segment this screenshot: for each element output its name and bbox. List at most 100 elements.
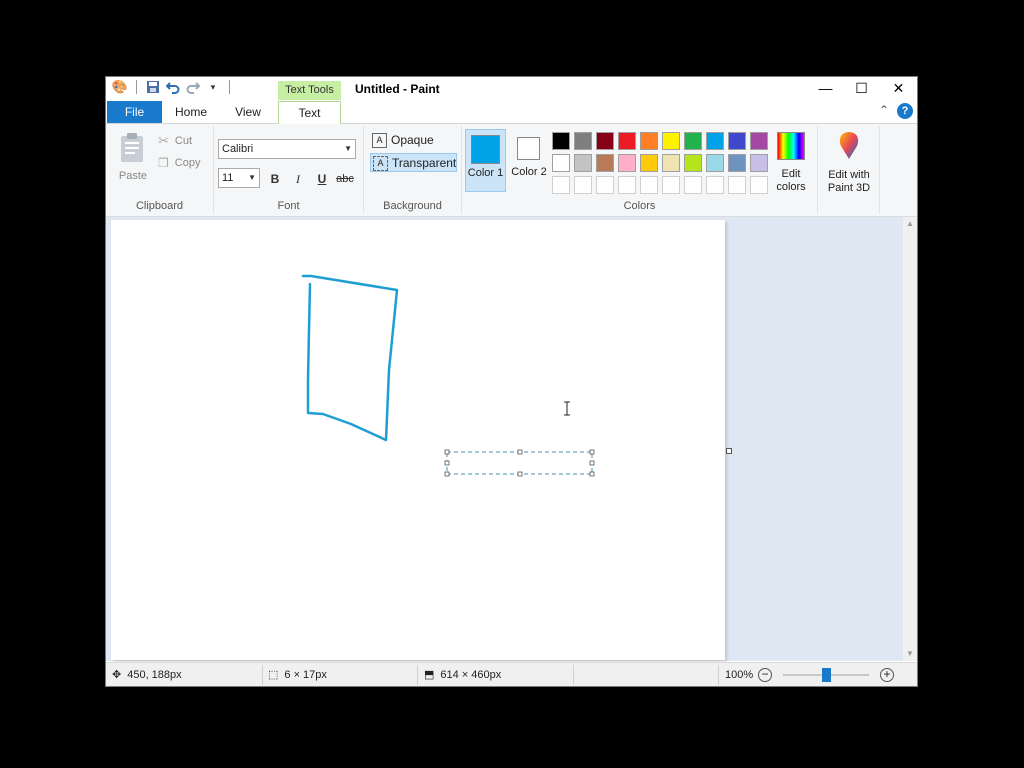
copy-label: Copy (174, 157, 201, 169)
tab-home[interactable]: Home (166, 101, 216, 123)
paste-button[interactable]: Paste (118, 132, 148, 182)
redo-icon[interactable] (185, 79, 201, 95)
text-tools-context-label: Text Tools (278, 81, 341, 100)
customize-qat-icon[interactable]: ▾ (205, 79, 221, 95)
bold-button[interactable]: B (265, 170, 285, 188)
collapse-ribbon-icon[interactable]: ⌃ (879, 103, 889, 117)
palette-swatch[interactable] (618, 176, 636, 194)
drawing-canvas[interactable] (111, 220, 725, 660)
palette-swatch[interactable] (750, 176, 768, 194)
palette-swatch[interactable] (596, 176, 614, 194)
help-icon[interactable]: ? (897, 103, 913, 119)
palette-swatch[interactable] (684, 176, 702, 194)
close-button[interactable]: ✕ (880, 77, 917, 99)
palette-swatch[interactable] (596, 154, 614, 172)
opaque-button[interactable]: A Opaque (370, 131, 440, 150)
palette-swatch[interactable] (662, 176, 680, 194)
edit-colors-button[interactable]: Edit colors (768, 129, 814, 193)
minimize-button[interactable]: — (807, 77, 844, 99)
palette-swatch[interactable] (618, 132, 636, 150)
cut-button[interactable]: ✂ Cut (158, 132, 192, 150)
palette-swatch[interactable] (662, 132, 680, 150)
palette-swatch[interactable] (552, 176, 570, 194)
maximize-button[interactable]: ☐ (843, 77, 880, 99)
zoom-slider[interactable] (783, 668, 869, 682)
opaque-icon: A (372, 133, 387, 148)
undo-icon[interactable] (165, 79, 181, 95)
palette-swatch[interactable] (574, 154, 592, 172)
palette-swatch[interactable] (596, 132, 614, 150)
palette-swatch[interactable] (552, 154, 570, 172)
ribbon-tabs: File Home View Text (106, 101, 917, 124)
palette-swatch[interactable] (574, 176, 592, 194)
save-icon[interactable] (145, 79, 161, 95)
copy-icon: ❐ (158, 156, 169, 170)
colors-group: Color 1 Color 2 Edit colors Colors (462, 126, 818, 214)
palette-swatch[interactable] (728, 154, 746, 172)
status-divider (718, 665, 719, 685)
palette-swatch[interactable] (728, 132, 746, 150)
palette-swatch[interactable] (706, 132, 724, 150)
canvas-size-value: 614 × 460px (440, 669, 502, 681)
font-group: Calibri ▼ 11 ▼ B I U abc Font (214, 126, 364, 214)
scroll-up-icon[interactable]: ▲ (903, 217, 917, 231)
color2-label: Color 2 (511, 166, 547, 178)
vertical-scrollbar[interactable]: ▲ ▼ (903, 217, 917, 661)
palette-swatch[interactable] (728, 176, 746, 194)
transparent-button[interactable]: A Transparent (370, 153, 457, 172)
color2-button[interactable]: Color 2 (509, 129, 549, 192)
palette-swatch[interactable] (706, 176, 724, 194)
transparent-label: Transparent (392, 156, 457, 170)
cursor-position-value: 450, 188px (127, 669, 182, 681)
tab-file[interactable]: File (107, 101, 162, 123)
palette-swatch[interactable] (618, 154, 636, 172)
color-spectrum-icon (777, 132, 805, 160)
canvas-workspace (106, 217, 903, 661)
palette-swatch[interactable] (640, 132, 658, 150)
status-divider (262, 665, 263, 685)
canvas-drawing (301, 274, 595, 477)
chevron-down-icon: ▼ (248, 173, 256, 182)
opaque-label: Opaque (391, 133, 434, 147)
tab-view[interactable]: View (224, 101, 272, 123)
italic-button[interactable]: I (288, 170, 308, 188)
paint3d-group: Edit with Paint 3D (818, 126, 880, 214)
palette-swatch[interactable] (640, 154, 658, 172)
palette-swatch[interactable] (684, 132, 702, 150)
zoom-in-icon[interactable]: + (880, 668, 894, 682)
edit-with-paint3d-button[interactable]: Edit with Paint 3D (822, 129, 876, 194)
underline-button[interactable]: U (312, 170, 332, 188)
scissors-icon: ✂ (158, 133, 169, 148)
palette-swatch[interactable] (662, 154, 680, 172)
edit-colors-label: Edit colors (776, 168, 806, 193)
zoom-slider-thumb[interactable] (821, 668, 831, 682)
scroll-down-icon[interactable]: ▼ (903, 647, 917, 661)
text-selection-box (444, 449, 595, 477)
palette-swatch[interactable] (574, 132, 592, 150)
palette-swatch[interactable] (640, 176, 658, 194)
selection-icon: ⬚ (268, 669, 279, 681)
status-divider (417, 665, 418, 685)
clipboard-group-label: Clipboard (135, 200, 184, 212)
cut-label: Cut (174, 135, 193, 147)
canvas-resize-handle[interactable] (726, 448, 732, 454)
color1-button[interactable]: Color 1 (465, 129, 506, 192)
status-divider (573, 665, 574, 685)
palette-swatch[interactable] (552, 132, 570, 150)
font-family-select[interactable]: Calibri ▼ (218, 139, 356, 159)
palette-swatch[interactable] (750, 132, 768, 150)
quick-access-toolbar: 🎨 ▾ (112, 79, 234, 95)
text-cursor-icon (564, 401, 570, 416)
paint-app-icon[interactable]: 🎨 (112, 79, 128, 95)
clipboard-group: Paste ✂ Cut ❐ Copy Clipboard (106, 126, 214, 214)
strikethrough-button[interactable]: abc (335, 170, 355, 188)
zoom-out-icon[interactable]: − (758, 668, 772, 682)
palette-swatch[interactable] (684, 154, 702, 172)
palette-swatch[interactable] (706, 154, 724, 172)
copy-button[interactable]: ❐ Copy (158, 154, 200, 172)
tab-text[interactable]: Text (278, 101, 341, 124)
selection-size: ⬚ 6 × 17px (268, 663, 327, 686)
color1-swatch (471, 135, 500, 164)
palette-swatch[interactable] (750, 154, 768, 172)
font-size-select[interactable]: 11 ▼ (218, 168, 260, 188)
